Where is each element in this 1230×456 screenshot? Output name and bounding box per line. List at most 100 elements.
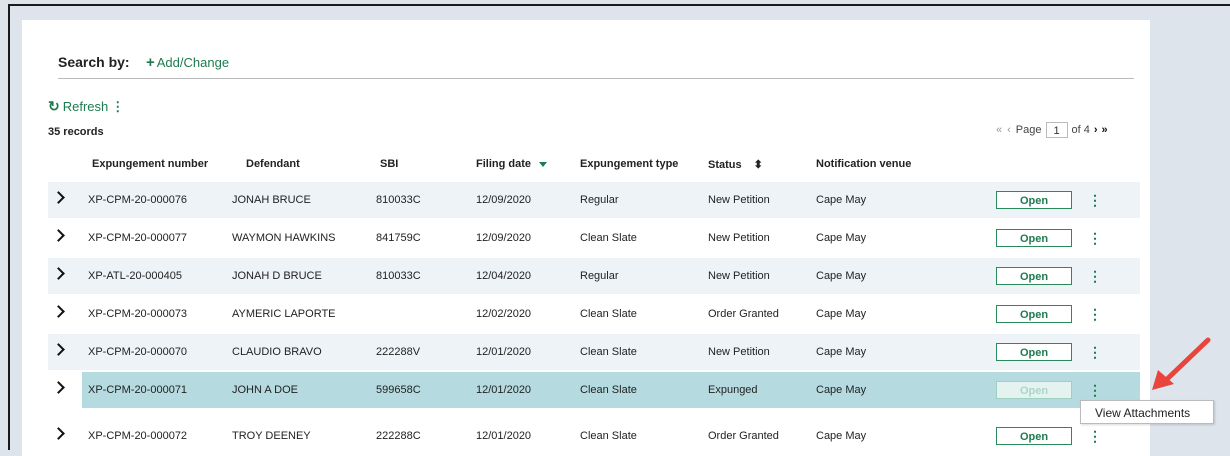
cell-sbi: 599658C [376, 384, 421, 396]
cell-filing-date: 12/01/2020 [476, 346, 532, 358]
cell-number: XP-CPM-20-000077 [88, 232, 188, 244]
open-button[interactable]: Open [996, 229, 1072, 247]
row-menu-icon[interactable]: ⋮ [1088, 267, 1102, 285]
cell-status: Order Granted [708, 308, 779, 320]
cell-defendant: WAYMON HAWKINS [232, 232, 336, 244]
cell-status: New Petition [708, 194, 770, 206]
header-status[interactable]: Status ⬍ [708, 158, 763, 171]
cell-defendant: JONAH BRUCE [232, 194, 311, 206]
cell-filing-date: 12/09/2020 [476, 232, 532, 244]
sort-both-icon: ⬍ [753, 159, 763, 171]
cell-type: Clean Slate [580, 308, 637, 320]
annotation-arrow-icon [1152, 337, 1211, 390]
cell-sbi: 810033C [376, 194, 421, 206]
cell-venue: Cape May [816, 270, 867, 282]
table-row-selected[interactable]: XP-CPM-20-000071 JOHN A DOE 599658C 12/0… [48, 372, 1140, 408]
refresh-button[interactable]: ↻ Refresh ⋮ [48, 98, 124, 115]
expand-chevron-icon[interactable] [52, 305, 65, 318]
expand-chevron-icon[interactable] [52, 229, 65, 242]
cell-venue: Cape May [816, 384, 867, 396]
table-row[interactable]: XP-CPM-20-000070 CLAUDIO BRAVO 222288V 1… [48, 334, 1140, 370]
header-defendant[interactable]: Defendant [246, 158, 300, 170]
cell-defendant: JONAH D BRUCE [232, 270, 322, 282]
table-row[interactable]: XP-ATL-20-000405 JONAH D BRUCE 810033C 1… [48, 258, 1140, 294]
view-attachments-menu-item[interactable]: View Attachments [1080, 400, 1214, 424]
cell-number: XP-CPM-20-000070 [88, 346, 188, 358]
table-header: Expungement number Defendant SBI Filing … [48, 158, 1140, 182]
pagination: « ‹ Page 1 of 4 › » [996, 120, 1108, 140]
open-button[interactable]: Open [996, 191, 1072, 209]
app-frame: Search by: + Add/Change ↻ Refresh ⋮ 35 reco… [8, 4, 1230, 456]
row-menu-icon[interactable]: ⋮ [1088, 343, 1102, 361]
cell-type: Clean Slate [580, 430, 637, 442]
expand-chevron-icon[interactable] [52, 427, 65, 440]
cell-type: Clean Slate [580, 232, 637, 244]
expand-chevron-icon[interactable] [52, 267, 65, 280]
row-menu-icon[interactable]: ⋮ [1088, 191, 1102, 209]
cell-type: Regular [580, 270, 619, 282]
refresh-menu-icon[interactable]: ⋮ [111, 99, 124, 114]
page-total: of 4 [1071, 124, 1090, 136]
cell-defendant: JOHN A DOE [232, 384, 299, 396]
next-page-icon[interactable]: › [1094, 124, 1098, 136]
cell-status: New Petition [708, 270, 770, 282]
cell-status: New Petition [708, 346, 770, 358]
open-button[interactable]: Open [996, 267, 1072, 285]
cell-number: XP-CPM-20-000076 [88, 194, 188, 206]
search-bar: Search by: + Add/Change [58, 54, 1134, 79]
page-number-input[interactable]: 1 [1045, 122, 1068, 138]
prev-page-icon[interactable]: ‹ [1007, 124, 1011, 136]
cell-status: New Petition [708, 232, 770, 244]
table-row[interactable]: XP-CPM-20-000073 AYMERIC LAPORTE 12/02/2… [48, 296, 1140, 332]
refresh-label: Refresh [62, 99, 109, 114]
add-change-link[interactable]: + Add/Change [146, 54, 229, 71]
table-row[interactable]: XP-CPM-20-000077 WAYMON HAWKINS 841759C … [48, 220, 1140, 256]
expand-chevron-icon[interactable] [52, 343, 65, 356]
cell-filing-date: 12/04/2020 [476, 270, 532, 282]
row-menu-icon[interactable]: ⋮ [1088, 305, 1102, 323]
cell-number: XP-CPM-20-000071 [88, 384, 188, 396]
cell-venue: Cape May [816, 194, 867, 206]
first-page-icon[interactable]: « [996, 124, 1002, 136]
cell-filing-date: 12/01/2020 [476, 430, 532, 442]
search-by-label: Search by: [58, 54, 130, 70]
cell-venue: Cape May [816, 346, 867, 358]
cell-sbi: 810033C [376, 270, 421, 282]
header-expungement-number[interactable]: Expungement number [92, 158, 208, 170]
cell-sbi: 841759C [376, 232, 421, 244]
cell-status: Expunged [708, 384, 758, 396]
open-button[interactable]: Open [996, 343, 1072, 361]
header-status-label: Status [708, 159, 742, 171]
expand-chevron-icon[interactable] [52, 381, 65, 394]
cell-number: XP-CPM-20-000073 [88, 308, 188, 320]
cell-number: XP-CPM-20-000072 [88, 430, 188, 442]
sort-descending-icon [539, 161, 547, 167]
cell-venue: Cape May [816, 308, 867, 320]
header-expungement-type[interactable]: Expungement type [580, 158, 678, 170]
open-button-disabled[interactable]: Open [996, 381, 1072, 399]
header-notification-venue[interactable]: Notification venue [816, 158, 911, 170]
open-button[interactable]: Open [996, 305, 1072, 323]
records-panel: Search by: + Add/Change ↻ Refresh ⋮ 35 reco… [22, 20, 1150, 456]
open-button[interactable]: Open [996, 427, 1072, 445]
cell-status: Order Granted [708, 430, 779, 442]
cell-defendant: CLAUDIO BRAVO [232, 346, 322, 358]
expand-chevron-icon[interactable] [52, 191, 65, 204]
table-row[interactable]: XP-CPM-20-000076 JONAH BRUCE 810033C 12/… [48, 182, 1140, 218]
cell-defendant: AYMERIC LAPORTE [232, 308, 336, 320]
row-menu-icon[interactable]: ⋮ [1088, 381, 1102, 399]
page-label: Page [1015, 124, 1042, 136]
cell-number: XP-ATL-20-000405 [88, 270, 182, 282]
cell-type: Clean Slate [580, 346, 637, 358]
cell-venue: Cape May [816, 430, 867, 442]
cell-filing-date: 12/09/2020 [476, 194, 532, 206]
header-sbi[interactable]: SBI [380, 158, 398, 170]
last-page-icon[interactable]: » [1102, 124, 1108, 136]
table-row[interactable]: XP-CPM-20-000072 TROY DEENEY 222288C 12/… [48, 418, 1140, 454]
cell-sbi: 222288V [376, 346, 421, 358]
header-filing-date[interactable]: Filing date [476, 158, 547, 170]
refresh-icon: ↻ [48, 98, 60, 114]
row-menu-icon[interactable]: ⋮ [1088, 427, 1102, 445]
cell-filing-date: 12/01/2020 [476, 384, 532, 396]
row-menu-icon[interactable]: ⋮ [1088, 229, 1102, 247]
